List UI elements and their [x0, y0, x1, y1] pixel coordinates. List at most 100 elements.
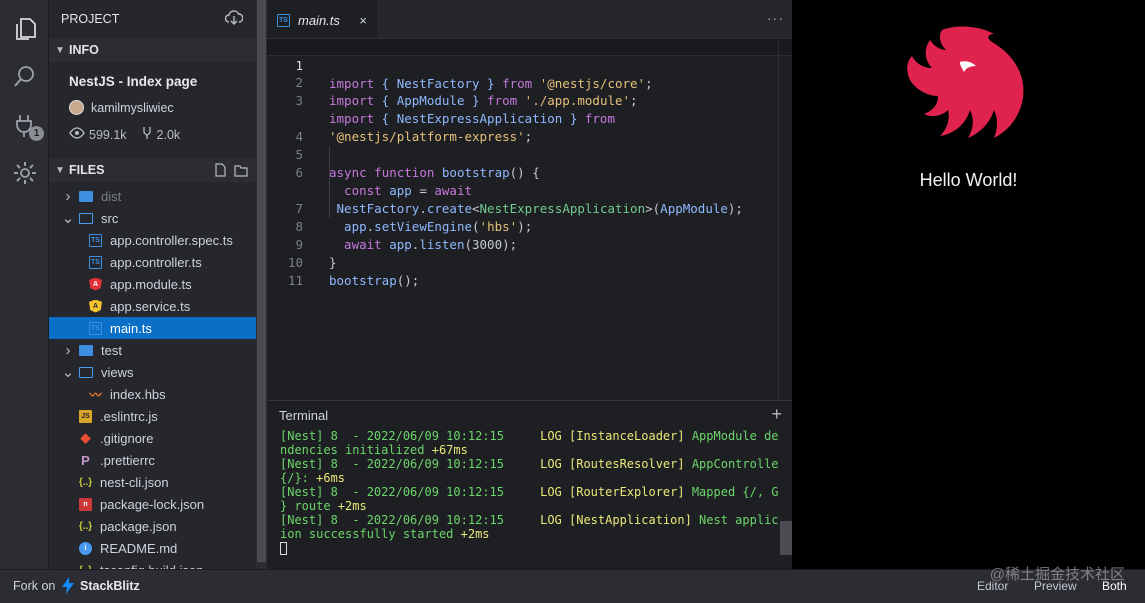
- folder-item[interactable]: › dist: [49, 185, 267, 207]
- close-icon[interactable]: ×: [359, 13, 367, 28]
- tab-bar: TS main.ts × ···: [267, 0, 792, 40]
- tree-item-label: index.hbs: [110, 386, 166, 402]
- files-section-header[interactable]: ▼ FILES: [49, 158, 267, 182]
- sidebar-scroll-thumb[interactable]: [257, 0, 266, 562]
- file-item[interactable]: n package-lock.json: [49, 493, 267, 515]
- typescript-file-icon: TS: [277, 14, 290, 27]
- preview-pane: Hello World!: [792, 0, 1145, 569]
- handlebars-file-icon: 〰: [89, 387, 102, 402]
- new-folder-icon[interactable]: [234, 163, 248, 180]
- code-line: 10 bootstrap();: [267, 236, 792, 288]
- tree-item-label: nest-cli.json: [100, 474, 169, 490]
- git-file-icon: ◆: [80, 430, 91, 445]
- typescript-file-icon: TS: [89, 255, 102, 269]
- typescript-file-icon: TS: [89, 233, 102, 247]
- code-token: bootstrap: [329, 273, 397, 288]
- files-icon[interactable]: [12, 16, 38, 42]
- views-count: 599.1k: [89, 127, 127, 142]
- new-file-icon[interactable]: [213, 163, 227, 180]
- code-line: 2 import { AppModule } from './app.modul…: [267, 56, 792, 108]
- tree-item-label: .prettierrc: [100, 452, 155, 468]
- tree-item-label: .eslintrc.js: [100, 408, 158, 424]
- code-line: 3 import { NestExpressApplication } from: [267, 74, 792, 126]
- tree-item-label: README.md: [100, 540, 178, 556]
- folder-item[interactable]: ⌄ src: [49, 207, 267, 229]
- terminal-scrollbar[interactable]: [780, 521, 792, 555]
- tree-item-label: .gitignore: [100, 430, 154, 446]
- terminal-panel[interactable]: Terminal + [Nest] 8 - 2022/06/09 10:12:1…: [267, 400, 792, 569]
- code-editor[interactable]: 1 import { NestFactory } from '@nestjs/c…: [267, 38, 792, 400]
- file-item[interactable]: JS .eslintrc.js: [49, 405, 267, 427]
- file-item[interactable]: 〰 index.hbs: [49, 383, 267, 405]
- tree-item-label: dist: [101, 188, 122, 204]
- project-header-label: PROJECT: [61, 12, 120, 26]
- project-stats: 599.1k 2.0k: [69, 126, 184, 143]
- nest-module-icon: A: [89, 277, 102, 291]
- file-item[interactable]: TS app.controller.spec.ts: [49, 229, 267, 251]
- file-item[interactable]: ◆ .gitignore: [49, 427, 267, 449]
- file-item[interactable]: P .prettierrc: [49, 449, 267, 471]
- prettier-file-icon: P: [81, 452, 90, 468]
- code-line: 5 async function bootstrap() {: [267, 128, 792, 180]
- code-line: 7 app.setViewEngine('hbs');: [267, 182, 792, 234]
- code-line: 8 await app.listen(3000);: [267, 200, 792, 252]
- file-item[interactable]: {..} package.json: [49, 515, 267, 537]
- editor-scrollbar[interactable]: [778, 40, 779, 400]
- forks-count: 2.0k: [156, 127, 181, 142]
- footer-bar: Fork on StackBlitz Editor Preview Both @…: [0, 566, 1145, 603]
- file-item[interactable]: Aapp.service.ts: [49, 295, 267, 317]
- chevron-down-icon: ▼: [55, 164, 65, 176]
- nest-service-icon: A: [89, 299, 102, 313]
- typescript-file-icon: TS: [89, 321, 102, 335]
- more-icon[interactable]: ···: [767, 10, 784, 26]
- terminal-line: [Nest] 8 - 2022/06/09 10:12:15 LOG [Nest…: [280, 513, 778, 527]
- file-item[interactable]: TS main.ts: [49, 317, 267, 339]
- bolt-icon[interactable]: [62, 577, 74, 594]
- folder-open-icon: [79, 212, 93, 224]
- folder-icon: [79, 190, 93, 202]
- file-item[interactable]: i README.md: [49, 537, 267, 559]
- file-item[interactable]: {..}tsconfig.build.json: [49, 559, 267, 570]
- npm-file-icon: n: [79, 497, 92, 511]
- code-line: 4: [267, 110, 792, 144]
- terminal-output: [Nest] 8 - 2022/06/09 10:12:15 LOG [Inst…: [280, 429, 778, 555]
- info-section-header[interactable]: ▼ INFO: [49, 38, 267, 62]
- file-item[interactable]: {..} nest-cli.json: [49, 471, 267, 493]
- code-line: 11: [267, 254, 792, 288]
- watermark: @稀土掘金技术社区: [989, 566, 1125, 583]
- tree-item-label: app.controller.ts: [110, 254, 202, 270]
- tree-item-label: main.ts: [110, 320, 152, 336]
- file-item[interactable]: TS app.controller.ts: [49, 251, 267, 273]
- chevron-down-icon: ▼: [55, 44, 65, 56]
- folder-item[interactable]: › test: [49, 339, 267, 361]
- terminal-prompt[interactable]: [280, 541, 778, 555]
- tab-title: main.ts: [298, 13, 340, 28]
- folder-icon: [79, 344, 93, 356]
- tab-main-ts[interactable]: TS main.ts ×: [267, 0, 377, 40]
- cloud-download-icon[interactable]: [224, 10, 244, 26]
- file-item[interactable]: Aapp.module.ts: [49, 273, 267, 295]
- code-line: NestFactory.create<NestExpressApplicatio…: [267, 164, 792, 216]
- terminal-title: Terminal: [279, 408, 329, 423]
- info-file-icon: i: [79, 541, 92, 555]
- chevron-down-icon: ⌄: [61, 364, 75, 381]
- stackblitz-link[interactable]: StackBlitz: [80, 579, 140, 593]
- tree-item-label: views: [101, 364, 134, 380]
- fork-label[interactable]: Fork on: [13, 579, 55, 593]
- info-header-label: INFO: [69, 43, 99, 57]
- terminal-line: {/}: +6ms: [280, 471, 346, 485]
- sidebar: PROJECT ▼ INFO NestJS - Index page kamil…: [49, 0, 267, 569]
- tree-item-label: app.service.ts: [110, 298, 191, 314]
- terminal-line: [Nest] 8 - 2022/06/09 10:12:15 LOG [Rout…: [280, 485, 778, 499]
- add-terminal-icon[interactable]: +: [771, 404, 782, 425]
- tree-item-label: package-lock.json: [100, 496, 205, 512]
- gear-icon[interactable]: [12, 160, 38, 186]
- file-tree: › dist ⌄ src TS app.controller.spec.ts TS app.c…: [49, 182, 267, 569]
- search-icon[interactable]: [12, 64, 38, 90]
- json-file-icon: {..}: [78, 520, 93, 532]
- terminal-line: } route +2ms: [280, 499, 367, 513]
- folder-item[interactable]: ⌄ views: [49, 361, 267, 383]
- tree-item-label: test: [101, 342, 122, 358]
- author-link[interactable]: kamilmysliwiec: [69, 100, 174, 115]
- sidebar-scrollbar[interactable]: [256, 0, 267, 569]
